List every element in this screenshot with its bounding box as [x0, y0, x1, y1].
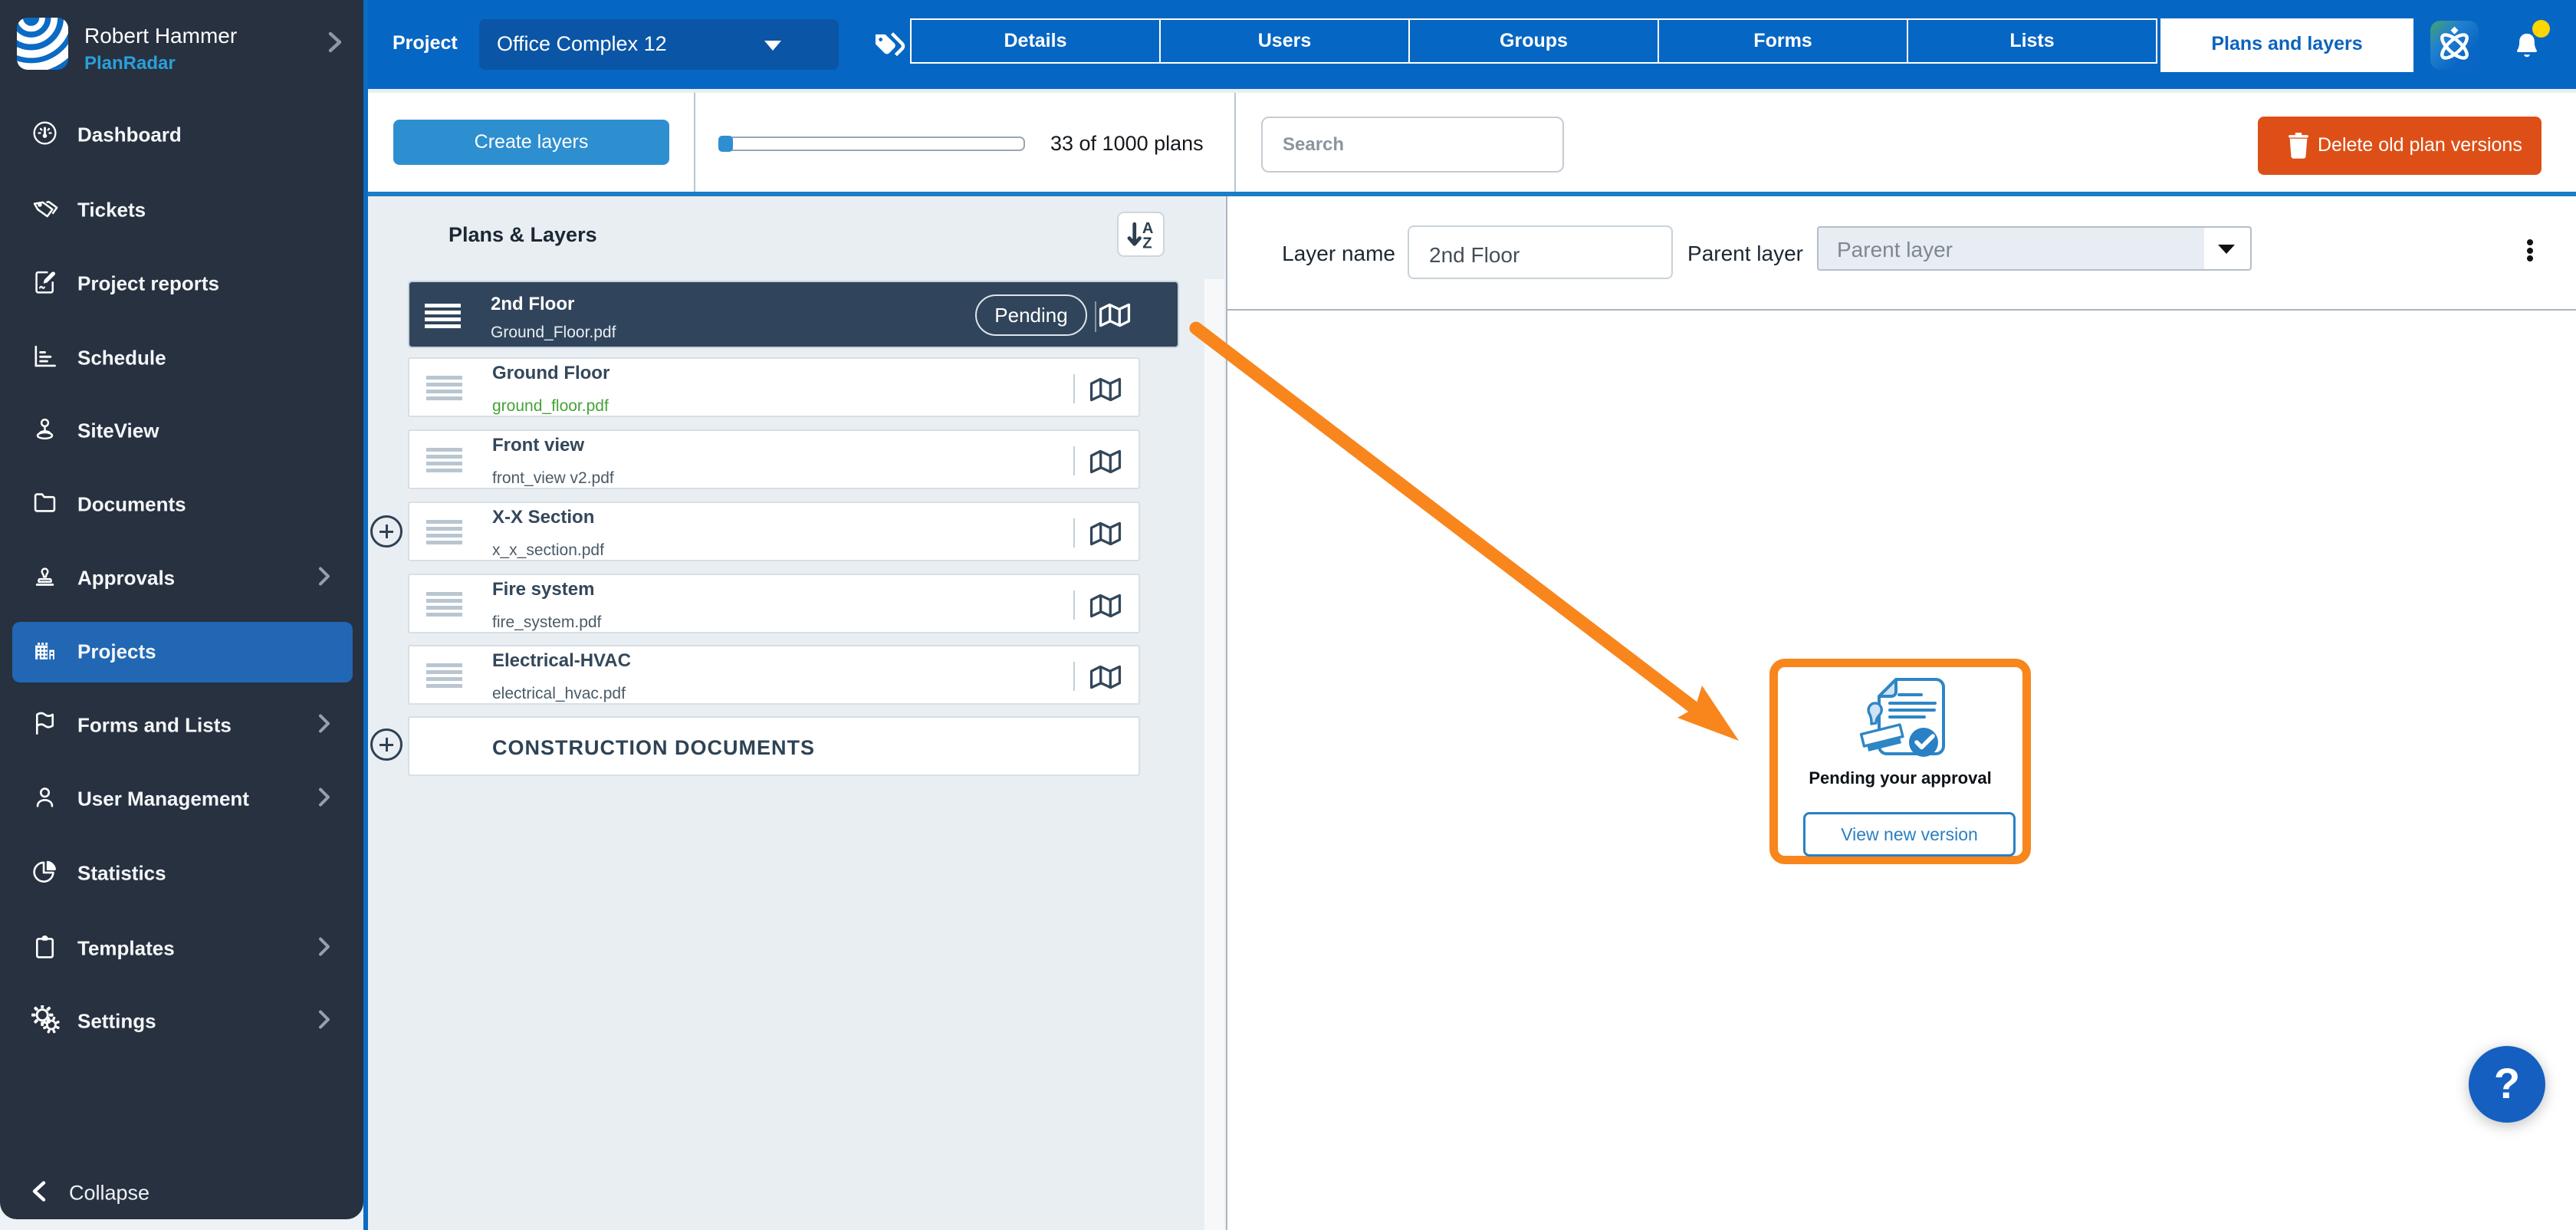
svg-text:Z: Z: [1142, 235, 1152, 252]
